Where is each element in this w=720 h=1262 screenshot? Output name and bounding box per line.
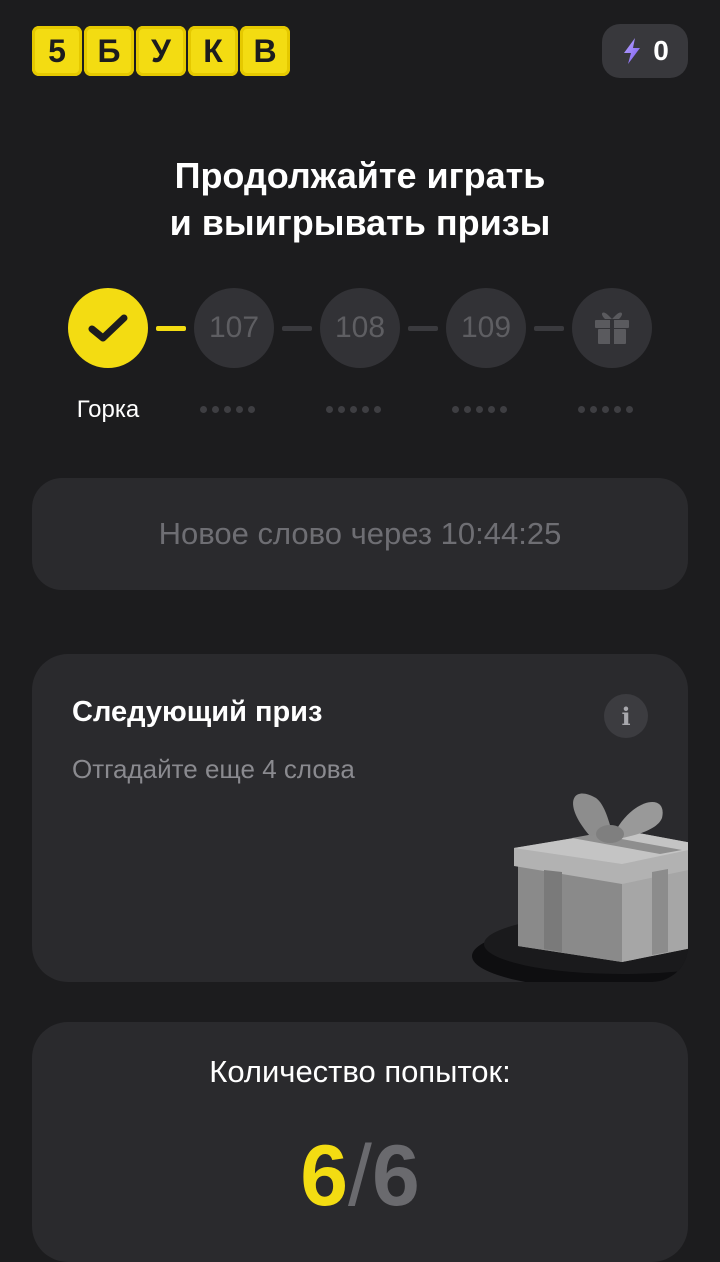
next-prize-card[interactable]: Следующий приз Отгадайте еще 4 слова i bbox=[32, 654, 688, 982]
title-line-1: Продолжайте играть bbox=[174, 155, 546, 196]
timer-text: Новое слово через 10:44:25 bbox=[158, 516, 562, 551]
logo-letter: 5 bbox=[32, 26, 82, 76]
page-title: Продолжайте играть и выигрывать призы bbox=[0, 152, 720, 246]
logo-letter: У bbox=[136, 26, 186, 76]
progress-connector bbox=[534, 326, 564, 331]
logo-letter: Б bbox=[84, 26, 134, 76]
attempts-separator: / bbox=[348, 1128, 372, 1224]
progress-connector bbox=[156, 326, 186, 331]
step-completed[interactable] bbox=[68, 288, 148, 368]
step-107[interactable]: 107 bbox=[194, 288, 274, 368]
energy-counter-button[interactable]: 0 bbox=[602, 24, 688, 78]
app-logo: 5 Б У К В bbox=[32, 26, 290, 76]
step-dots bbox=[452, 406, 507, 413]
step-108[interactable]: 108 bbox=[320, 288, 400, 368]
attempts-current: 6 bbox=[300, 1128, 349, 1224]
step-dots bbox=[578, 406, 633, 413]
step-gift[interactable] bbox=[572, 288, 652, 368]
logo-letter: В bbox=[240, 26, 290, 76]
step-dots bbox=[200, 406, 255, 413]
attempts-value: 6/6 bbox=[32, 1126, 688, 1226]
lightning-icon bbox=[624, 38, 641, 64]
info-icon[interactable]: i bbox=[604, 694, 648, 738]
progress-connector bbox=[408, 326, 438, 331]
check-icon bbox=[88, 314, 128, 342]
attempts-card: Количество попыток: 6/6 bbox=[32, 1022, 688, 1262]
progress-connector bbox=[282, 326, 312, 331]
logo-letter: К bbox=[188, 26, 238, 76]
attempts-max: 6 bbox=[371, 1128, 420, 1224]
attempts-title: Количество попыток: bbox=[209, 1054, 511, 1089]
step-dots bbox=[326, 406, 381, 413]
gift-icon bbox=[595, 312, 629, 344]
energy-count: 0 bbox=[653, 35, 669, 66]
gift-box-illustration bbox=[472, 793, 688, 982]
title-line-2: и выигрывать призы bbox=[169, 202, 551, 243]
step-109[interactable]: 109 bbox=[446, 288, 526, 368]
next-word-timer: Новое слово через 10:44:25 bbox=[32, 478, 688, 590]
step-completed-label: Горка bbox=[76, 396, 140, 423]
prize-title: Следующий приз bbox=[72, 696, 323, 728]
prize-subtitle: Отгадайте еще 4 слова bbox=[72, 754, 355, 784]
